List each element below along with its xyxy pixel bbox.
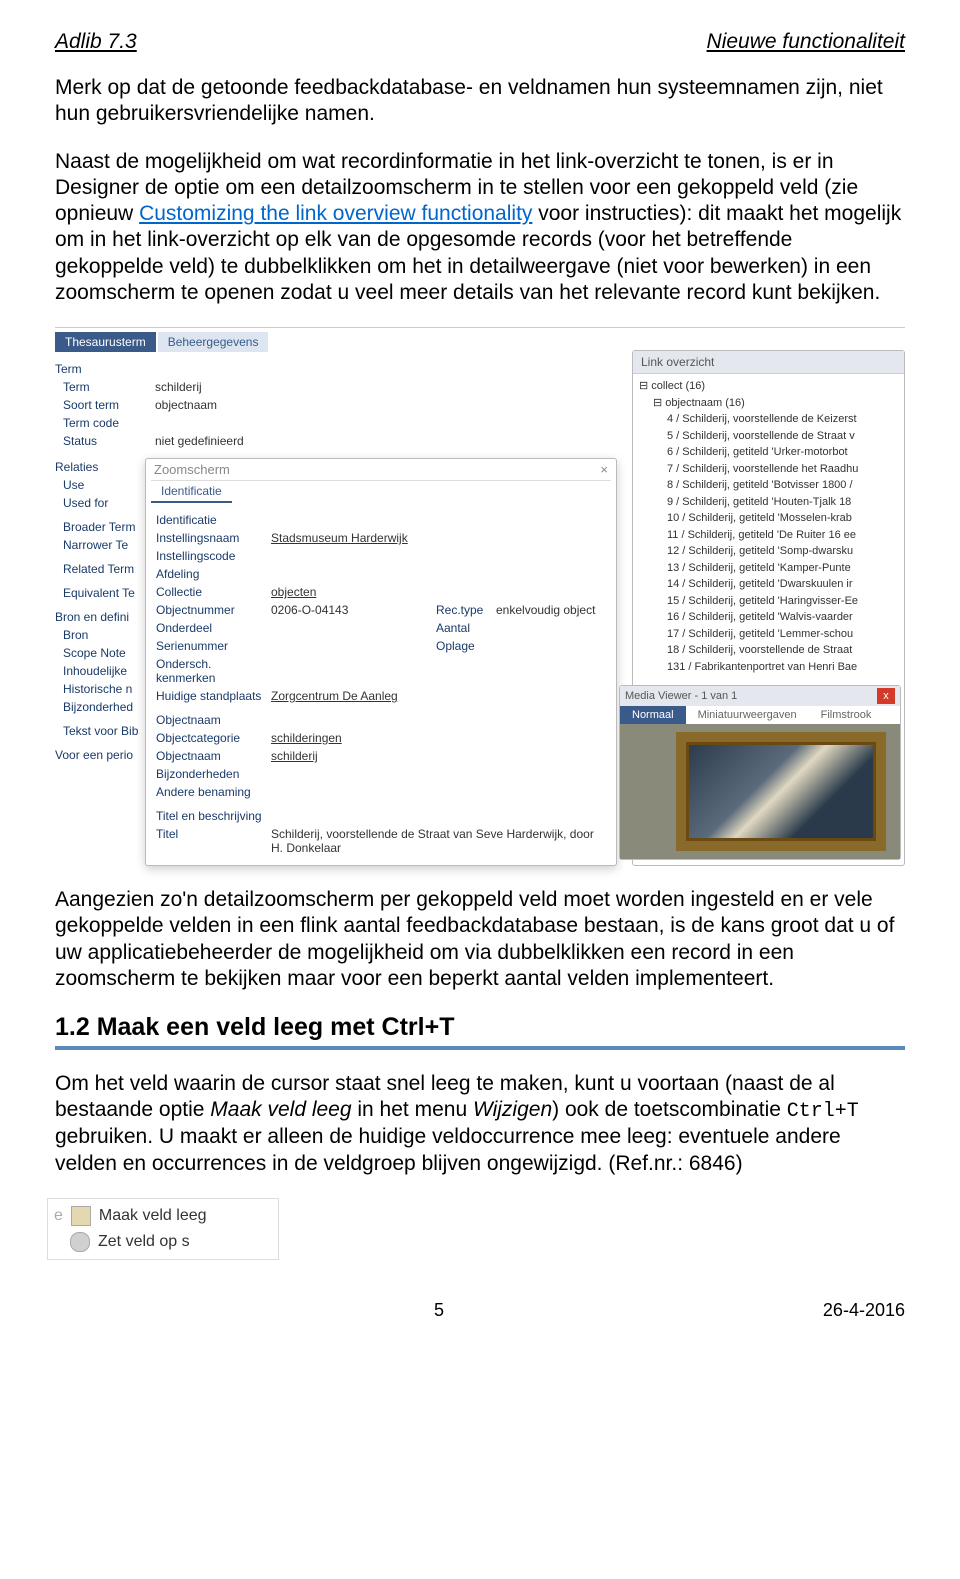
lock-icon <box>70 1232 90 1252</box>
screenshot-adlib: Thesaurusterm Beheergegevens Term Term S… <box>55 327 905 866</box>
close-icon[interactable]: × <box>600 462 608 477</box>
clear-field-icon <box>71 1206 91 1226</box>
paragraph-3: Aangezien zo'n detailzoomscherm per geko… <box>55 887 905 992</box>
tree-node[interactable]: ⊟ objectnaam (16) <box>639 395 898 412</box>
tree-item[interactable]: 16 / Schilderij, getiteld 'Walvis-vaarde… <box>639 609 898 626</box>
tree-item[interactable]: 11 / Schilderij, getiteld 'De Ruiter 16 … <box>639 527 898 544</box>
media-viewer: Media Viewer - 1 van 1 x Normaal Miniatu… <box>619 685 901 860</box>
section-1.2-heading: 1.2 Maak een veld leeg met Ctrl+T <box>55 1013 905 1050</box>
tree-item[interactable]: 9 / Schilderij, getiteld 'Houten-Tjalk 1… <box>639 494 898 511</box>
labels-column: Term Term Soort term Term code Status Re… <box>55 360 145 866</box>
page-date: 26-4-2016 <box>823 1300 905 1321</box>
customizing-link[interactable]: Customizing the link overview functional… <box>139 202 532 225</box>
page-footer: 5 26-4-2016 <box>55 1300 905 1321</box>
tree-item[interactable]: 15 / Schilderij, getiteld 'Haringvisser-… <box>639 593 898 610</box>
menu-item-maak-veld-leeg[interactable]: e Maak veld leeg <box>48 1203 278 1229</box>
header-right: Nieuwe functionaliteit <box>707 30 905 54</box>
media-viewer-title: Media Viewer - 1 van 1 <box>625 690 737 702</box>
close-icon[interactable]: x <box>877 688 895 704</box>
tree-item[interactable]: 14 / Schilderij, getiteld 'Dwarskuulen i… <box>639 576 898 593</box>
tree-item[interactable]: 13 / Schilderij, getiteld 'Kamper-Punte <box>639 560 898 577</box>
tab-filmstrook[interactable]: Filmstrook <box>809 706 884 724</box>
tree-item[interactable]: 12 / Schilderij, getiteld 'Somp-dwarsku <box>639 543 898 560</box>
tree-item[interactable]: 8 / Schilderij, getiteld 'Botvisser 1800… <box>639 477 898 494</box>
tab-thesaurusterm[interactable]: Thesaurusterm <box>55 332 156 352</box>
tree-item[interactable]: 4 / Schilderij, voorstellende de Keizers… <box>639 411 898 428</box>
zoom-tab-identificatie[interactable]: Identificatie <box>151 481 232 503</box>
painting-image <box>620 724 900 859</box>
tree-item[interactable]: 18 / Schilderij, voorstellende de Straat <box>639 642 898 659</box>
ctrl-t-code: Ctrl+T <box>787 1100 859 1123</box>
page-number: 5 <box>434 1300 444 1321</box>
tree-item[interactable]: 7 / Schilderij, voorstellende het Raadhu <box>639 461 898 478</box>
tree-item[interactable]: 131 / Fabrikantenportret van Henri Bae <box>639 659 898 676</box>
zoom-title: Zoomscherm <box>154 462 230 477</box>
paragraph-4: Om het veld waarin de cursor staat snel … <box>55 1071 905 1177</box>
values-column: schilderij objectnaam niet gedefinieerd … <box>155 360 617 866</box>
tree-item[interactable]: 10 / Schilderij, getiteld 'Mosselen-krab <box>639 510 898 527</box>
tree-item[interactable]: 5 / Schilderij, voorstellende de Straat … <box>639 428 898 445</box>
tab-beheergegevens[interactable]: Beheergegevens <box>158 332 269 352</box>
menu-item-zet-veld[interactable]: Zet veld op s <box>48 1229 278 1255</box>
paragraph-1: Merk op dat de getoonde feedbackdatabase… <box>55 75 905 128</box>
paragraph-2: Naast de mogelijkheid om wat recordinfor… <box>55 149 905 307</box>
tree-node[interactable]: ⊟ collect (16) <box>639 378 898 395</box>
menu-screenshot: e Maak veld leeg Zet veld op s <box>47 1198 279 1260</box>
zoomscherm-dialog: Zoomscherm × Identificatie Identificatie… <box>145 458 617 866</box>
page-header: Adlib 7.3 Nieuwe functionaliteit <box>55 30 905 54</box>
tab-miniatuur[interactable]: Miniatuurweergaven <box>686 706 809 724</box>
tab-normaal[interactable]: Normaal <box>620 706 686 724</box>
header-left: Adlib 7.3 <box>55 30 137 54</box>
tree-item[interactable]: 17 / Schilderij, getiteld 'Lemmer-schou <box>639 626 898 643</box>
panel-title: Link overzicht <box>633 351 904 374</box>
tree-item[interactable]: 6 / Schilderij, getiteld 'Urker-motorbot <box>639 444 898 461</box>
